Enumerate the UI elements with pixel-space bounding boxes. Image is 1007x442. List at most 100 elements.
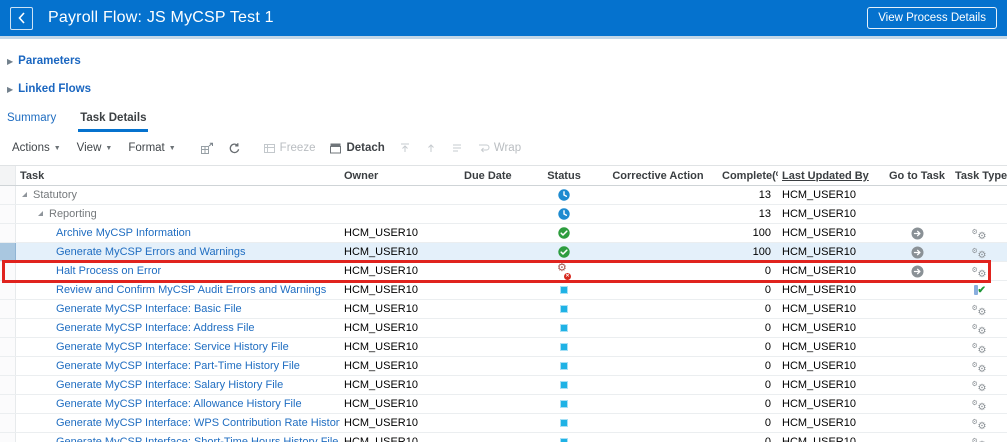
view-menu[interactable]: View▼ (77, 142, 113, 154)
go-up-button[interactable] (425, 142, 437, 154)
due-date-cell (460, 433, 530, 442)
task-link[interactable]: Generate MyCSP Errors and Warnings (56, 246, 246, 258)
table-row[interactable]: Generate MyCSP Interface: Short-Time Hou… (0, 433, 1007, 442)
row-selector[interactable] (0, 338, 16, 356)
table-row[interactable]: Generate MyCSP Errors and WarningsHCM_US… (0, 243, 1007, 262)
column-header-complete[interactable]: Complete(%) (718, 166, 778, 185)
linked-flows-section-toggle[interactable]: ▶ Linked Flows (7, 83, 1007, 95)
tab-task-details[interactable]: Task Details (78, 110, 148, 132)
show-as-list-icon (451, 142, 463, 154)
task-details-table: TaskOwnerDue DateStatusCorrective Action… (0, 165, 1007, 442)
row-selector[interactable] (0, 300, 16, 318)
show-as-list-button[interactable] (451, 142, 463, 154)
row-selector[interactable] (0, 281, 16, 299)
automatic-task-type-icon: ⚙⚙ (972, 360, 987, 373)
format-menu[interactable]: Format▼ (128, 142, 175, 154)
status-in-progress-icon (558, 208, 570, 220)
task-link[interactable]: Generate MyCSP Interface: WPS Contributi… (56, 417, 340, 429)
task-link[interactable]: Generate MyCSP Interface: Part-Time Hist… (56, 360, 300, 372)
task-type-cell (951, 205, 1007, 223)
tab-summary[interactable]: Summary (5, 110, 58, 132)
go-to-top-button[interactable] (399, 142, 411, 154)
status-cell (530, 205, 598, 223)
expand-toggle-icon[interactable] (22, 192, 27, 197)
table-row[interactable]: Generate MyCSP Interface: WPS Contributi… (0, 414, 1007, 433)
table-row[interactable]: Generate MyCSP Interface: Salary History… (0, 376, 1007, 395)
column-header-owner[interactable]: Owner (340, 166, 460, 185)
view-process-details-button[interactable]: View Process Details (867, 7, 997, 29)
column-header-task-type[interactable]: Task Type (951, 166, 1007, 185)
owner-cell: HCM_USER10 (340, 281, 460, 299)
column-header-corrective-action[interactable]: Corrective Action (598, 166, 718, 185)
row-selector[interactable] (0, 433, 16, 442)
row-selector[interactable] (0, 205, 16, 223)
table-row[interactable]: Generate MyCSP Interface: Basic FileHCM_… (0, 300, 1007, 319)
corrective-action-cell (598, 224, 718, 242)
row-selector[interactable] (0, 395, 16, 413)
task-link[interactable]: Halt Process on Error (56, 265, 161, 277)
back-button[interactable] (10, 7, 33, 30)
freeze-button[interactable]: Freeze (263, 142, 316, 155)
automatic-task-type-icon: ⚙⚙ (972, 227, 987, 240)
status-cell (530, 300, 598, 318)
task-link[interactable]: Generate MyCSP Interface: Basic File (56, 303, 242, 315)
column-header-last-updated-by[interactable]: Last Updated By (778, 166, 883, 185)
task-type-cell: ✔ (951, 281, 1007, 299)
corrective-action-cell (598, 186, 718, 204)
task-link[interactable]: Generate MyCSP Interface: Allowance Hist… (56, 398, 302, 410)
table-row[interactable]: Review and Confirm MyCSP Audit Errors an… (0, 281, 1007, 300)
expand-toggle-icon[interactable] (38, 211, 43, 216)
last-updated-by-cell: HCM_USER10 (778, 338, 883, 356)
parameters-section-toggle[interactable]: ▶ Parameters (7, 55, 1007, 67)
export-button[interactable] (200, 142, 214, 155)
row-selector[interactable] (0, 376, 16, 394)
detach-icon (329, 142, 342, 155)
status-not-started-icon (560, 438, 568, 442)
row-selector[interactable] (0, 262, 16, 280)
column-header-go-to-task[interactable]: Go to Task (883, 166, 951, 185)
row-selector-header (0, 166, 16, 185)
table-row[interactable]: Reporting13HCM_USER10 (0, 205, 1007, 224)
task-link[interactable]: Generate MyCSP Interface: Address File (56, 322, 255, 334)
table-body: Statutory13HCM_USER10Reporting13HCM_USER… (0, 186, 1007, 442)
actions-menu[interactable]: Actions▼ (12, 142, 61, 154)
table-row[interactable]: Generate MyCSP Interface: Allowance Hist… (0, 395, 1007, 414)
table-row[interactable]: Halt Process on ErrorHCM_USER10⚙✕0HCM_US… (0, 262, 1007, 281)
automatic-task-type-icon: ⚙⚙ (972, 436, 987, 442)
status-completed-icon (558, 246, 570, 258)
row-selector[interactable] (0, 319, 16, 337)
wrap-button[interactable]: Wrap (477, 142, 521, 154)
detach-button[interactable]: Detach (329, 142, 384, 155)
go-to-task-cell[interactable] (883, 224, 951, 242)
column-header-status[interactable]: Status (530, 166, 598, 185)
column-header-due-date[interactable]: Due Date (460, 166, 530, 185)
task-link[interactable]: Archive MyCSP Information (56, 227, 191, 239)
go-to-task-cell[interactable] (883, 262, 951, 280)
task-cell: Generate MyCSP Interface: Part-Time Hist… (16, 357, 340, 375)
table-row[interactable]: Generate MyCSP Interface: Address FileHC… (0, 319, 1007, 338)
row-selector[interactable] (0, 186, 16, 204)
column-header-task[interactable]: Task (16, 166, 340, 185)
row-selector[interactable] (0, 224, 16, 242)
automatic-task-type-icon: ⚙⚙ (972, 322, 987, 335)
go-to-task-cell[interactable] (883, 243, 951, 261)
task-link[interactable]: Review and Confirm MyCSP Audit Errors an… (56, 284, 326, 296)
table-row[interactable]: Generate MyCSP Interface: Part-Time Hist… (0, 357, 1007, 376)
table-row[interactable]: Statutory13HCM_USER10 (0, 186, 1007, 205)
due-date-cell (460, 281, 530, 299)
table-row[interactable]: Generate MyCSP Interface: Service Histor… (0, 338, 1007, 357)
chevron-down-icon: ▼ (169, 145, 176, 152)
task-link[interactable]: Generate MyCSP Interface: Short-Time Hou… (56, 436, 338, 442)
task-link[interactable]: Generate MyCSP Interface: Salary History… (56, 379, 283, 391)
row-selector[interactable] (0, 414, 16, 432)
complete-percent-cell: 13 (718, 205, 778, 223)
task-link[interactable]: Generate MyCSP Interface: Service Histor… (56, 341, 289, 353)
chevron-down-icon: ▼ (54, 145, 61, 152)
refresh-button[interactable] (228, 142, 241, 155)
go-to-top-icon (399, 142, 411, 154)
row-selector[interactable] (0, 357, 16, 375)
row-selector[interactable] (0, 243, 16, 261)
status-not-started-icon (560, 400, 568, 408)
corrective-action-cell (598, 262, 718, 280)
table-row[interactable]: Archive MyCSP InformationHCM_USER10100HC… (0, 224, 1007, 243)
